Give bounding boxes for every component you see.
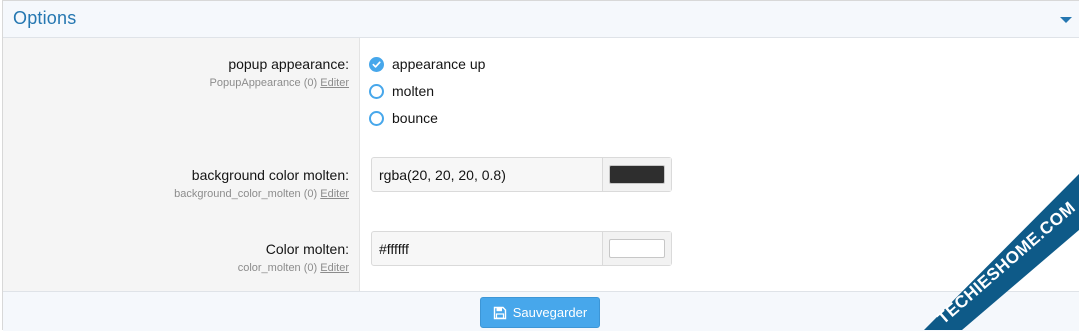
background-color-field [371, 157, 672, 192]
background-color-label: background color molten: [191, 167, 349, 183]
radio-molten[interactable]: molten [369, 80, 434, 102]
options-header[interactable]: Options [3, 1, 1079, 38]
color-picker-trigger[interactable] [602, 158, 671, 191]
collapse-toggle-icon[interactable] [1059, 13, 1073, 25]
radio-label: molten [392, 83, 435, 99]
radio-bounce[interactable]: bounce [369, 107, 438, 129]
save-icon [493, 306, 506, 319]
color-molten-sublabel: color_molten (0) Editer [238, 262, 349, 274]
watermark-ribbon: TECHIESHOME.COM [902, 174, 1079, 330]
section-title: Options [13, 8, 77, 28]
background-color-input[interactable] [372, 158, 602, 191]
save-button-label: Sauvegarder [512, 305, 588, 320]
color-molten-label: Color molten: [265, 241, 349, 257]
popup-appearance-label: popup appearance: [228, 56, 349, 72]
radio-unchecked-icon[interactable] [369, 110, 384, 126]
color-swatch[interactable] [609, 165, 665, 184]
save-button[interactable]: Sauvegarder [480, 297, 600, 328]
color-molten-id: color_molten (0) [237, 262, 318, 274]
radio-label: bounce [392, 110, 438, 126]
radio-checked-icon[interactable] [369, 56, 384, 72]
background-color-id: background_color_molten (0) [174, 188, 318, 200]
color-molten-field [371, 231, 672, 266]
radio-unchecked-icon[interactable] [369, 83, 384, 99]
radio-label: appearance up [392, 56, 486, 72]
color-picker-trigger[interactable] [602, 232, 671, 265]
color-molten-edit-link[interactable]: Editer [320, 262, 349, 274]
background-color-sublabel: background_color_molten (0) Editer [174, 188, 349, 200]
radio-appearance-up[interactable]: appearance up [369, 53, 485, 75]
popup-appearance-edit-link[interactable]: Editer [320, 77, 349, 89]
background-color-edit-link[interactable]: Editer [320, 188, 349, 200]
popup-appearance-sublabel: PopupAppearance (0) Editer [210, 77, 349, 89]
popup-appearance-id: PopupAppearance (0) [209, 77, 318, 89]
watermark-text: TECHIESHOME.COM [934, 198, 1079, 328]
color-molten-input[interactable] [372, 232, 602, 265]
color-swatch[interactable] [609, 239, 665, 258]
